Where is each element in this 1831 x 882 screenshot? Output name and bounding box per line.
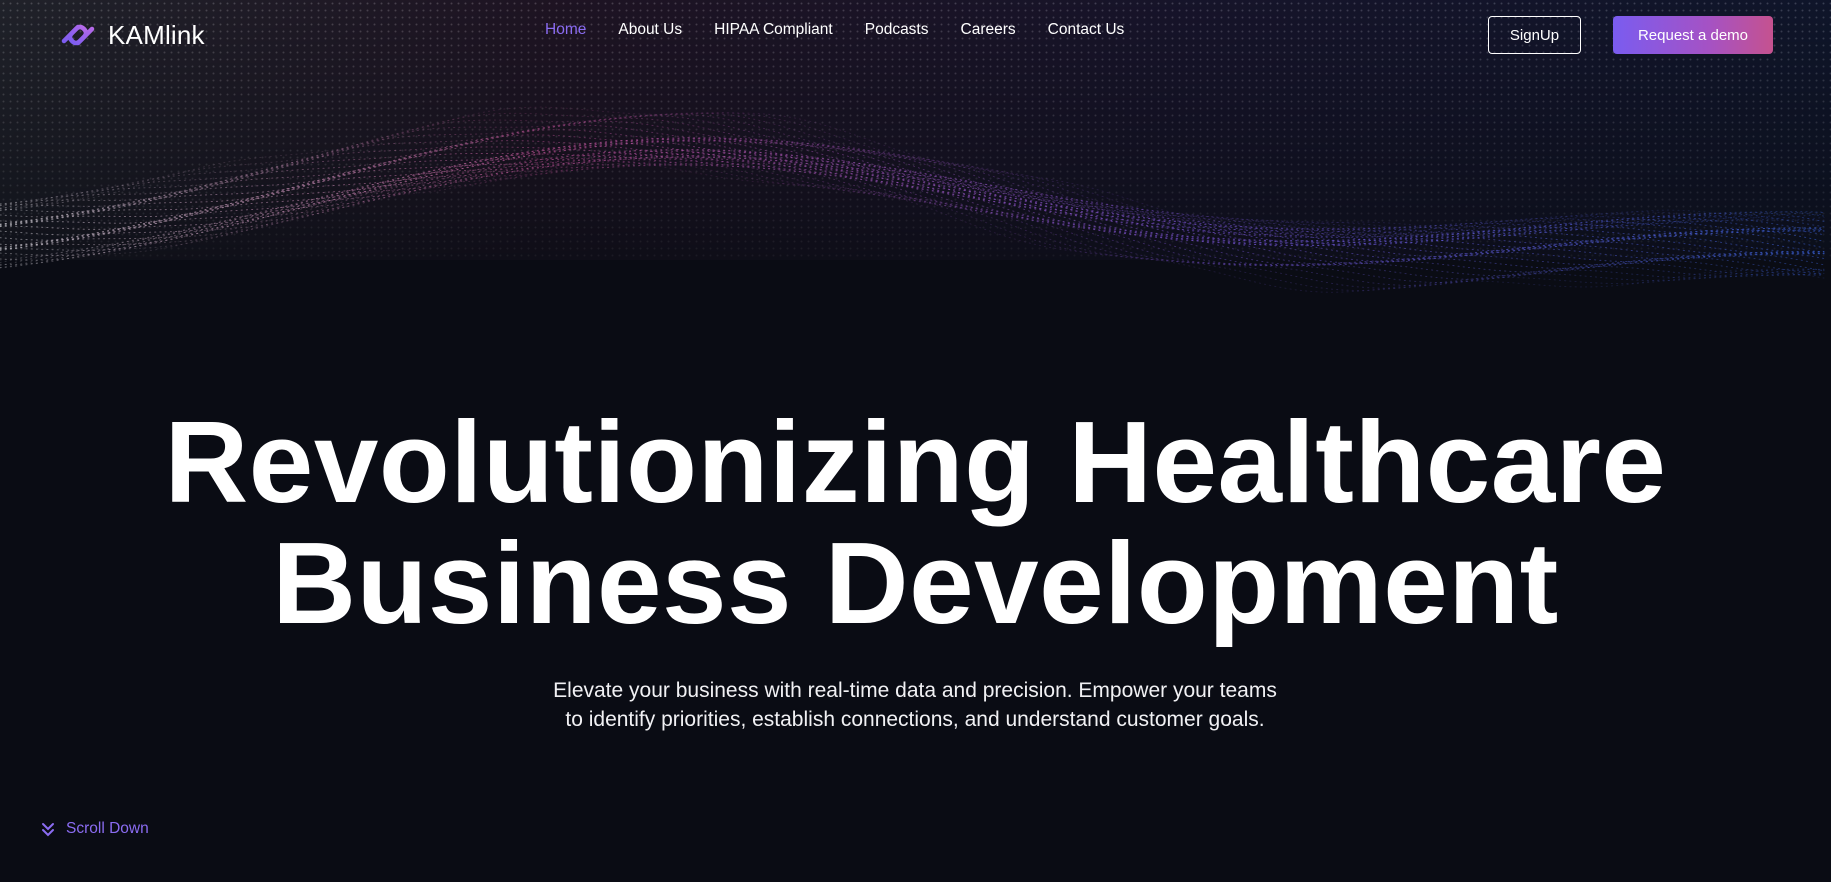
wave-line bbox=[0, 157, 1825, 275]
brand-logo[interactable]: KAMlink bbox=[58, 17, 205, 53]
wave-line bbox=[0, 142, 1825, 247]
double-chevron-down-icon bbox=[42, 823, 54, 837]
hero-subtitle-line-1: Elevate your business with real-time dat… bbox=[553, 679, 1277, 702]
nav-link-home[interactable]: Home bbox=[545, 20, 586, 40]
main-nav: Home About Us HIPAA Compliant Podcasts C… bbox=[545, 20, 1156, 40]
nav-link-hipaa-compliant[interactable]: HIPAA Compliant bbox=[714, 20, 833, 40]
scroll-down-label: Scroll Down bbox=[66, 820, 149, 837]
wave-line bbox=[0, 158, 1825, 280]
wave-line bbox=[0, 150, 1825, 264]
wave-line bbox=[0, 160, 1825, 293]
scroll-down-link[interactable]: Scroll Down bbox=[40, 820, 149, 838]
landing-page: KAMlink Home About Us HIPAA Compliant Po… bbox=[0, 0, 1831, 882]
nav-link-about-us[interactable]: About Us bbox=[618, 20, 682, 40]
hero-subtitle-line-2: to identify priorities, establish connec… bbox=[565, 708, 1265, 731]
wave-line bbox=[0, 112, 1825, 234]
wave-line bbox=[0, 149, 1825, 253]
nav-link-contact-us[interactable]: Contact Us bbox=[1048, 20, 1125, 40]
wave-line bbox=[0, 129, 1825, 237]
wave-line bbox=[0, 112, 1825, 236]
wave-line bbox=[0, 137, 1825, 241]
wave-line bbox=[0, 117, 1825, 239]
wave-line bbox=[0, 124, 1825, 238]
wave-line bbox=[0, 160, 1825, 277]
nav-link-podcasts[interactable]: Podcasts bbox=[865, 20, 929, 40]
chain-link-icon bbox=[61, 24, 95, 46]
wave-line bbox=[0, 152, 1825, 266]
nav-link-careers[interactable]: Careers bbox=[961, 20, 1016, 40]
signup-button[interactable]: SignUp bbox=[1488, 16, 1581, 54]
wave-line bbox=[0, 120, 1825, 239]
hero-title: Revolutionizing Healthcare Business Deve… bbox=[0, 402, 1831, 644]
hero-title-line-2: Business Development bbox=[272, 518, 1559, 648]
wave-line bbox=[0, 149, 1825, 258]
wave-line bbox=[0, 157, 1825, 289]
wave-line bbox=[0, 138, 1825, 245]
wave-line bbox=[0, 137, 1825, 239]
request-demo-button[interactable]: Request a demo bbox=[1613, 16, 1773, 54]
wave-line bbox=[0, 113, 1825, 237]
wave-line bbox=[0, 157, 1825, 283]
wave-line bbox=[0, 157, 1825, 287]
wave-line bbox=[0, 148, 1825, 260]
wave-line bbox=[0, 139, 1825, 246]
hero-subtitle: Elevate your business with real-time dat… bbox=[515, 676, 1315, 734]
wave-line bbox=[0, 149, 1825, 262]
brand-name: KAMlink bbox=[108, 19, 205, 50]
wave-line bbox=[0, 145, 1825, 249]
wave-line bbox=[0, 158, 1825, 291]
hero-title-line-1: Revolutionizing Healthcare bbox=[164, 397, 1667, 527]
wave-line bbox=[0, 152, 1825, 255]
wave-line bbox=[0, 115, 1825, 238]
wave-line bbox=[0, 106, 1825, 232]
wave-line bbox=[0, 137, 1825, 243]
wave-line bbox=[0, 150, 1825, 255]
wave-line bbox=[0, 154, 1825, 272]
wave-line bbox=[0, 134, 1825, 237]
